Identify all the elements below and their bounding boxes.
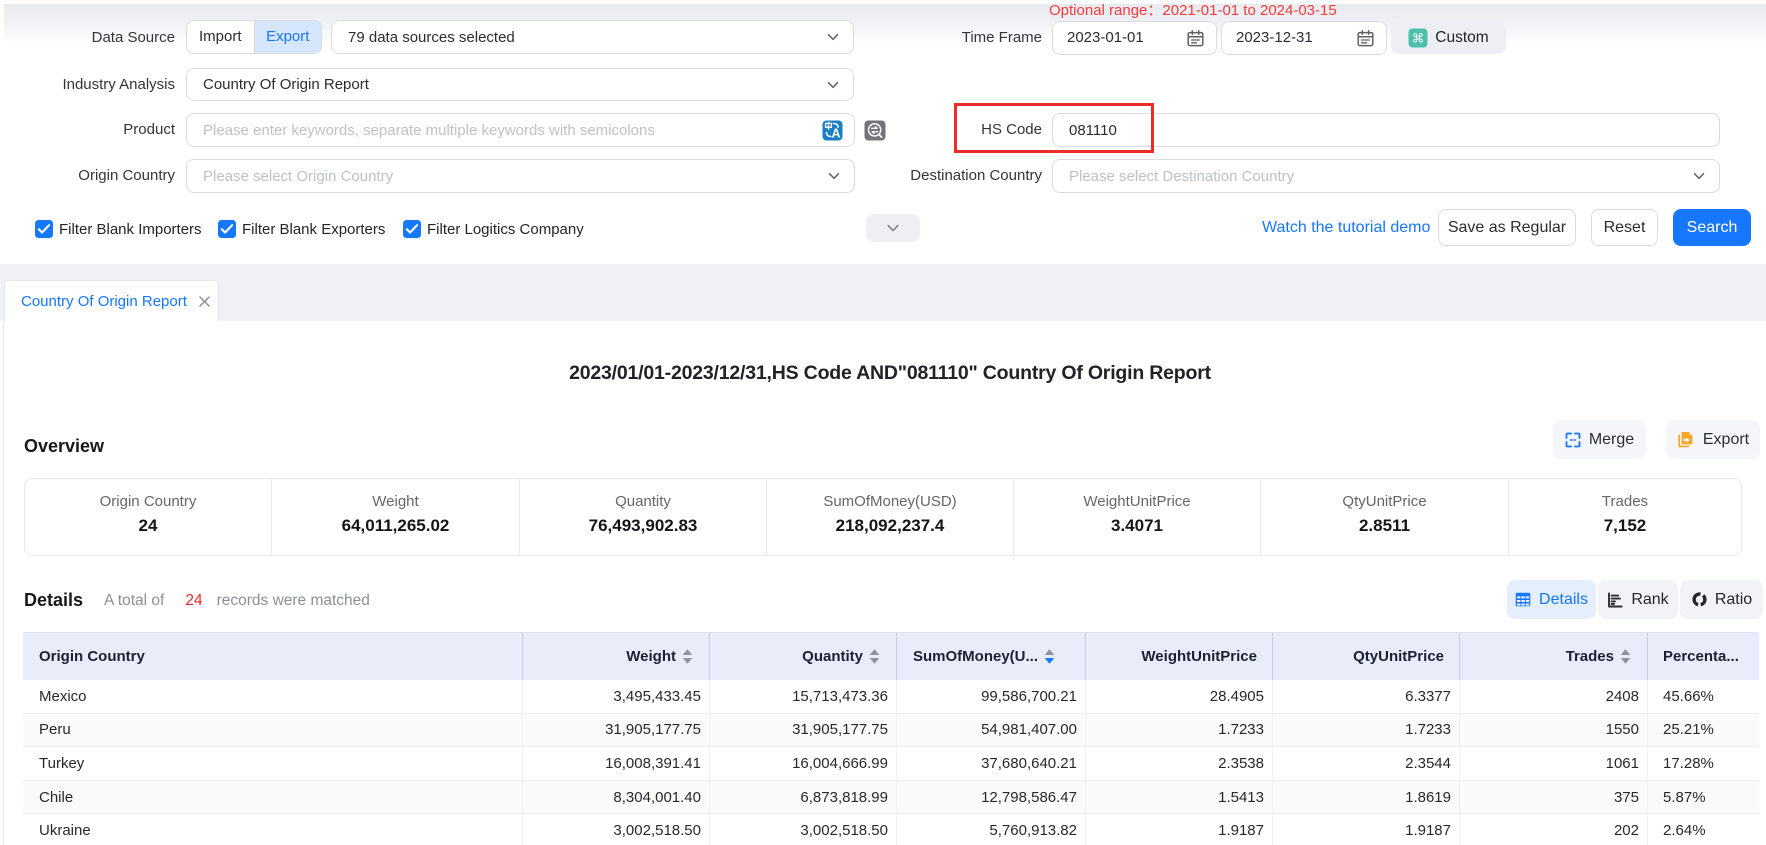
svg-text:⌘: ⌘ <box>1412 31 1425 45</box>
